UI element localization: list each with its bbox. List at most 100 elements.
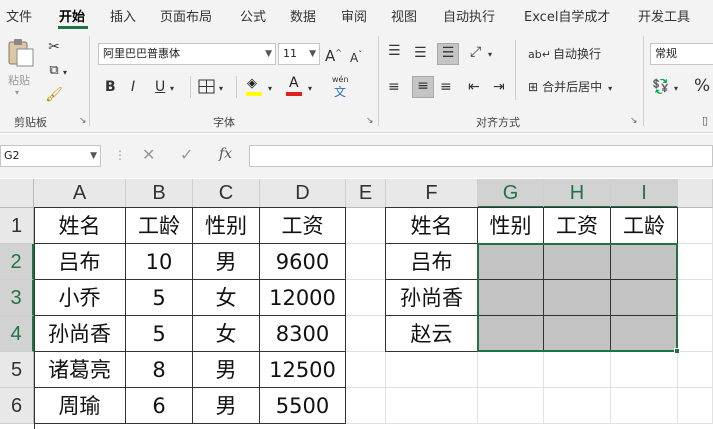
shrink-font-icon[interactable]: Aˇ <box>350 46 362 67</box>
cell-extra[interactable] <box>678 352 713 388</box>
percent-button[interactable]: % <box>694 77 710 95</box>
cell-c2[interactable]: 男 <box>193 244 260 280</box>
cell-e3[interactable] <box>346 280 386 316</box>
cell-i5[interactable] <box>611 352 678 388</box>
select-all-corner[interactable] <box>0 179 34 208</box>
cell-b1[interactable]: 工龄 <box>126 208 193 244</box>
row-header-5[interactable]: 5 <box>0 352 34 388</box>
orientation-icon[interactable]: ⤢ <box>470 43 481 61</box>
number-format-select[interactable]: 常规 <box>650 43 713 65</box>
decrease-indent-icon[interactable]: ⇤ <box>468 78 480 96</box>
chevron-down-icon[interactable]: ▾ <box>674 80 678 98</box>
cancel-icon[interactable]: ✕ <box>142 145 155 165</box>
cell-g1[interactable]: 性别 <box>478 208 544 244</box>
format-painter-icon[interactable]: 🖌 <box>44 86 64 104</box>
tab-page-layout[interactable]: 页面布局 <box>160 6 212 25</box>
insert-function-icon[interactable]: fx <box>219 144 232 164</box>
cell-b2[interactable]: 10 <box>126 244 193 280</box>
clipboard-launcher-icon[interactable]: ↘ <box>79 116 87 126</box>
tab-formulas[interactable]: 公式 <box>240 6 266 25</box>
cell-extra[interactable] <box>678 316 713 352</box>
row-header-6[interactable]: 6 <box>0 388 34 424</box>
font-size-select[interactable]: 11 ▼ <box>278 43 320 65</box>
column-header-c[interactable]: C <box>193 179 260 208</box>
align-left-icon[interactable]: ≡ <box>388 78 400 96</box>
fill-handle[interactable] <box>674 348 680 354</box>
tab-automate[interactable]: 自动执行 <box>443 6 495 25</box>
cell-d4[interactable]: 8300 <box>260 316 346 352</box>
bold-button[interactable]: B <box>105 78 116 96</box>
align-center-icon[interactable]: ≡ <box>412 76 434 98</box>
cell-i6[interactable] <box>611 388 678 424</box>
font-launcher-icon[interactable]: ↘ <box>366 116 374 126</box>
cell-extra[interactable] <box>678 208 713 244</box>
cell-c4[interactable]: 女 <box>193 316 260 352</box>
cell-i1[interactable]: 工龄 <box>611 208 678 244</box>
column-header-f[interactable]: F <box>386 179 478 208</box>
tab-insert[interactable]: 插入 <box>110 6 136 25</box>
phonetic-button[interactable]: wén 文 <box>330 75 352 99</box>
column-header-d[interactable]: D <box>260 179 346 208</box>
cell-f2[interactable]: 吕布 <box>386 244 478 280</box>
chevron-down-icon[interactable]: ▾ <box>170 80 174 98</box>
cell-d1[interactable]: 工资 <box>260 208 346 244</box>
cell-extra[interactable] <box>678 280 713 316</box>
cell-d3[interactable]: 12000 <box>260 280 346 316</box>
cut-icon[interactable]: ✂ <box>46 38 62 56</box>
underline-button[interactable]: U <box>155 78 165 96</box>
alignment-launcher-icon[interactable]: ↘ <box>630 116 638 126</box>
grow-font-icon[interactable]: A^ <box>325 44 342 65</box>
cell-d2[interactable]: 9600 <box>260 244 346 280</box>
tab-excel-self-study[interactable]: Excel自学成才 <box>524 6 610 25</box>
wrap-text-button[interactable]: ab↵ 自动换行 <box>528 45 601 64</box>
cell-c5[interactable]: 男 <box>193 352 260 388</box>
cell-c3[interactable]: 女 <box>193 280 260 316</box>
align-middle-icon[interactable]: ☰ <box>414 44 427 62</box>
tab-file[interactable]: 文件 <box>6 6 32 25</box>
row-header-3[interactable]: 3 <box>0 280 34 316</box>
column-header-h[interactable]: H <box>544 179 611 208</box>
column-header-e[interactable]: E <box>346 179 386 208</box>
borders-icon[interactable] <box>198 79 216 95</box>
currency-format-icon[interactable]: 💱 <box>652 78 669 96</box>
cell-c6[interactable]: 男 <box>193 388 260 424</box>
tab-data[interactable]: 数据 <box>290 6 316 25</box>
chevron-down-icon[interactable]: ▾ <box>219 80 223 98</box>
row-header-2[interactable]: 2 <box>0 244 34 280</box>
paste-button[interactable]: 粘贴 ▾ <box>4 38 36 100</box>
column-header-b[interactable]: B <box>126 179 193 208</box>
italic-button[interactable]: I <box>131 78 135 96</box>
fill-color-button[interactable]: ◈ <box>245 76 265 98</box>
increase-indent-icon[interactable]: ⇥ <box>493 78 505 96</box>
cell-a4[interactable]: 孙尚香 <box>34 316 126 352</box>
cell-h6[interactable] <box>544 388 611 424</box>
cell-h5[interactable] <box>544 352 611 388</box>
tab-developer[interactable]: 开发工具 <box>638 6 690 25</box>
copy-icon[interactable]: ⧉ <box>44 62 64 80</box>
cell-f5[interactable] <box>386 352 478 388</box>
cell-d5[interactable]: 12500 <box>260 352 346 388</box>
cell-b3[interactable]: 5 <box>126 280 193 316</box>
column-header-g[interactable]: G <box>478 179 544 208</box>
cell-a6[interactable]: 周瑜 <box>34 388 126 424</box>
column-header-i[interactable]: I <box>611 179 678 208</box>
cell-a3[interactable]: 小乔 <box>34 280 126 316</box>
formula-input[interactable] <box>249 145 713 167</box>
cell-f3[interactable]: 孙尚香 <box>386 280 478 316</box>
row-header-1[interactable]: 1 <box>0 208 34 244</box>
merge-center-button[interactable]: ⊞ 合并后居中 ▾ <box>528 78 612 98</box>
cell-a2[interactable]: 吕布 <box>34 244 126 280</box>
cell-f1[interactable]: 姓名 <box>386 208 478 244</box>
chevron-down-icon[interactable]: ▾ <box>268 80 272 98</box>
row-header-4[interactable]: 4 <box>0 316 34 352</box>
cell-b4[interactable]: 5 <box>126 316 193 352</box>
cell-extra[interactable] <box>678 388 713 424</box>
cell-g5[interactable] <box>478 352 544 388</box>
tab-review[interactable]: 审阅 <box>341 6 367 25</box>
chevron-down-icon[interactable]: ▾ <box>488 46 492 64</box>
cell-f6[interactable] <box>386 388 478 424</box>
cell-f4[interactable]: 赵云 <box>386 316 478 352</box>
align-top-icon[interactable]: ☰ <box>388 42 401 60</box>
cell-g6[interactable] <box>478 388 544 424</box>
chevron-down-icon[interactable]: ▾ <box>308 80 312 98</box>
